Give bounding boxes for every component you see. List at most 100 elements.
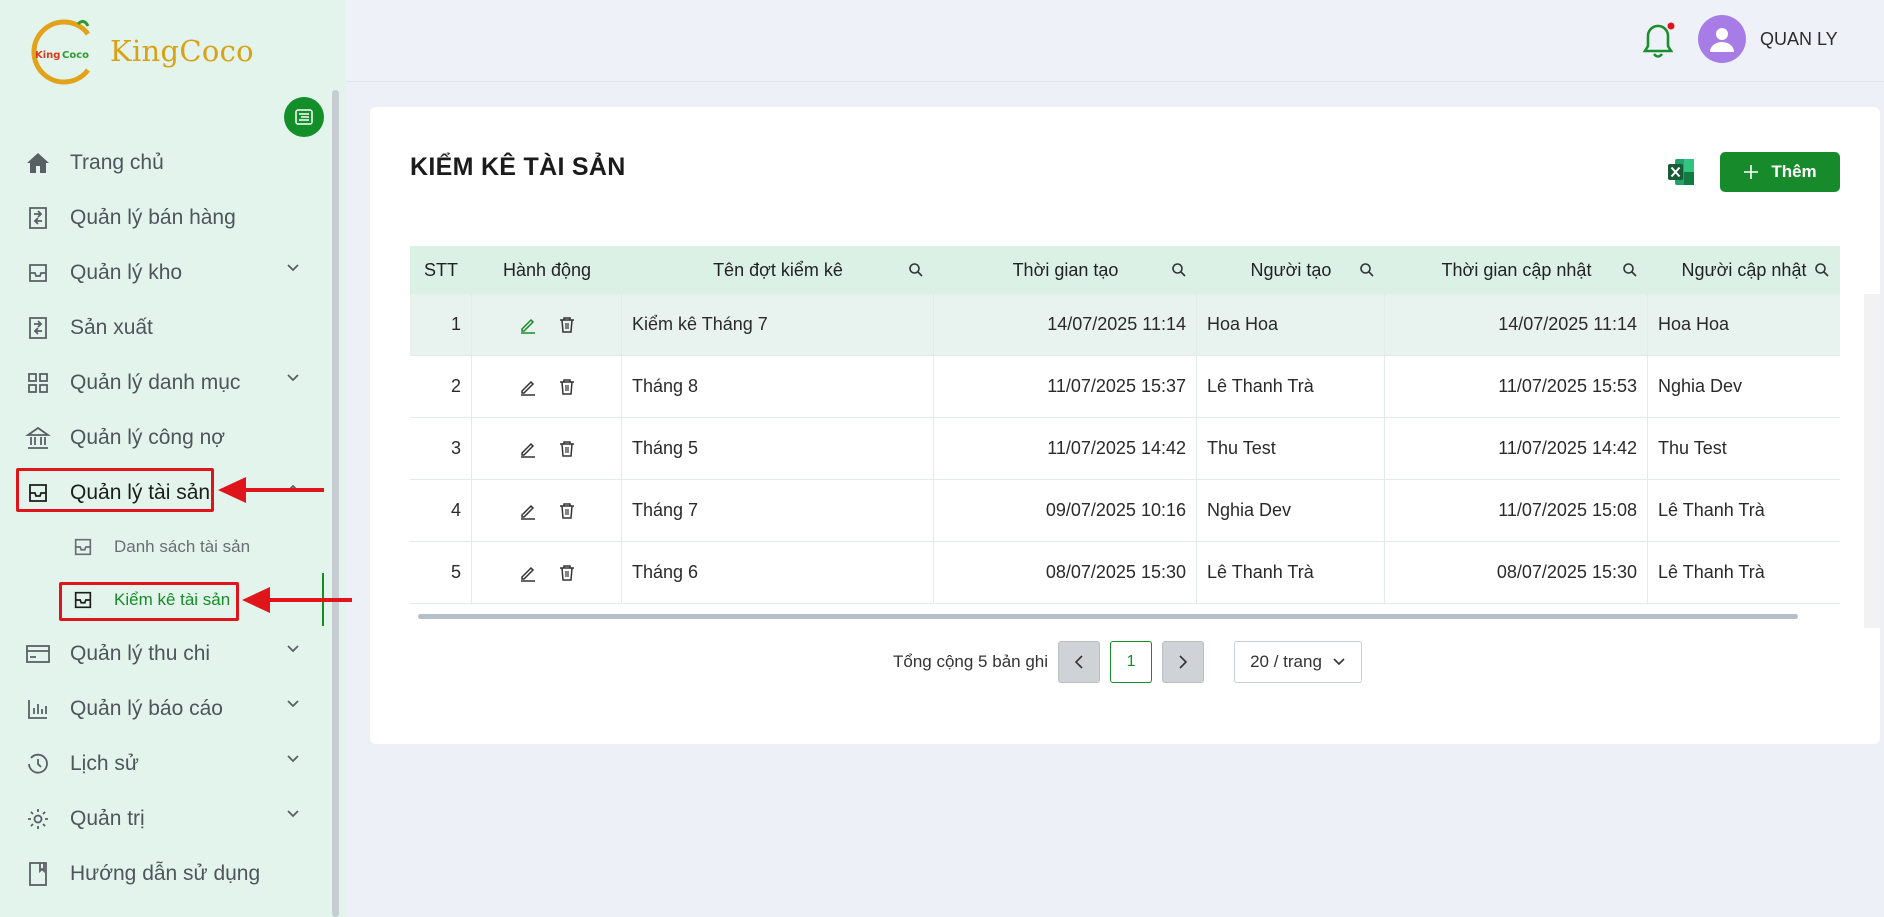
annotation-arrow-icon <box>242 587 352 613</box>
book-icon <box>24 860 52 888</box>
user-name[interactable]: QUAN LY <box>1760 29 1838 50</box>
sidebar-item-label: Lịch sử <box>70 751 139 775</box>
table-row[interactable]: 4 Tháng 7 09/07/2025 10:16 Nghia Dev 11/… <box>410 480 1840 542</box>
sidebar-item-reports[interactable]: Quản lý báo cáo <box>0 681 330 736</box>
sidebar-item-categories[interactable]: Quản lý danh mục <box>0 355 330 410</box>
sidebar-item-history[interactable]: Lịch sử <box>0 736 330 791</box>
column-header-actions: Hành động <box>502 259 592 280</box>
production-icon <box>24 314 52 342</box>
edit-icon[interactable] <box>519 502 537 520</box>
notification-button[interactable] <box>1642 22 1676 65</box>
search-icon[interactable] <box>1814 262 1830 278</box>
search-icon[interactable] <box>1171 262 1187 278</box>
next-page-button[interactable] <box>1162 641 1205 683</box>
sidebar-item-label: Hướng dẫn sử dụng <box>70 861 261 885</box>
total-records: Tổng cộng 5 bản ghi <box>893 652 1049 671</box>
sidebar-item-income-expense[interactable]: Quản lý thu chi <box>0 626 330 681</box>
cell-updater: Lê Thanh Trà <box>1658 562 1765 582</box>
sidebar-subitem-label: Danh sách tài sản <box>114 536 251 556</box>
prev-page-button[interactable] <box>1058 641 1101 683</box>
sidebar-item-warehouse[interactable]: Quản lý kho <box>0 245 330 300</box>
sidebar-scrollbar[interactable] <box>332 90 339 917</box>
column-header-created: Thời gian tạo <box>934 246 1197 294</box>
card-icon <box>24 640 52 668</box>
table-row[interactable]: 1 Kiểm kê Tháng 7 14/07/2025 11:14 Hoa H… <box>410 294 1840 356</box>
sidebar-item-label: Quản lý báo cáo <box>70 696 223 720</box>
sidebar-item-sales[interactable]: Quản lý bán hàng <box>0 190 330 245</box>
table-horizontal-scrollbar[interactable] <box>418 614 1798 619</box>
column-header-updater: Người cập nhật <box>1648 246 1840 294</box>
sidebar-item-label: Quản lý bán hàng <box>70 205 236 229</box>
column-header-creator: Người tạo <box>1197 246 1385 294</box>
edit-icon[interactable] <box>519 316 537 334</box>
sales-icon <box>24 204 52 232</box>
edit-icon[interactable] <box>519 440 537 458</box>
brand-name: KingCoco <box>110 34 254 68</box>
chevron-down-icon <box>287 810 299 818</box>
table-row[interactable]: 5 Tháng 6 08/07/2025 15:30 Lê Thanh Trà … <box>410 542 1840 604</box>
content-card: KIỂM KÊ TÀI SẢN Thêm STT Hành động Tên đ… <box>370 107 1880 744</box>
delete-icon[interactable] <box>559 316 575 334</box>
cell-updater: Thu Test <box>1658 438 1727 458</box>
cell-stt: 1 <box>410 294 472 355</box>
delete-icon[interactable] <box>559 378 575 396</box>
delete-icon[interactable] <box>559 502 575 520</box>
chevron-left-icon <box>1074 655 1083 669</box>
cell-created: 11/07/2025 14:42 <box>934 418 1197 479</box>
home-icon <box>24 149 52 177</box>
chevron-down-icon <box>1333 658 1345 666</box>
cell-name: Kiểm kê Tháng 7 <box>622 294 934 355</box>
cell-created: 14/07/2025 11:14 <box>934 294 1197 355</box>
page-size-select[interactable]: 20 / trang <box>1234 641 1363 683</box>
sidebar-item-home[interactable]: Trang chủ <box>0 135 330 190</box>
sidebar-item-admin[interactable]: Quản trị <box>0 791 330 846</box>
sidebar-subitem-asset-list[interactable]: Danh sách tài sản <box>0 520 330 573</box>
cell-actions <box>472 294 622 355</box>
avatar[interactable] <box>1698 15 1746 63</box>
sidebar-item-guide[interactable]: Hướng dẫn sử dụng <box>0 846 330 901</box>
export-excel-button[interactable] <box>1666 157 1696 192</box>
delete-icon[interactable] <box>559 564 575 582</box>
gear-icon <box>24 805 52 833</box>
sidebar-item-production[interactable]: Sản xuất <box>0 300 330 355</box>
cell-actions <box>472 356 622 417</box>
bank-icon <box>24 424 52 452</box>
table-vertical-scrollbar[interactable] <box>1864 294 1880 628</box>
cell-name: Tháng 8 <box>622 356 934 417</box>
cell-updater: Hoa Hoa <box>1658 314 1730 334</box>
sidebar-item-label: Quản lý công nợ <box>70 425 226 449</box>
collapse-sidebar-button[interactable] <box>284 97 324 137</box>
excel-icon <box>1668 159 1694 185</box>
edit-icon[interactable] <box>519 564 537 582</box>
search-icon[interactable] <box>1359 262 1375 278</box>
logo[interactable]: King Coco KingCoco <box>26 14 254 88</box>
page-title: KIỂM KÊ TÀI SẢN <box>410 153 626 181</box>
cell-creator: Thu Test <box>1197 418 1385 479</box>
cell-updated: 11/07/2025 15:53 <box>1385 356 1648 417</box>
table-row[interactable]: 3 Tháng 5 11/07/2025 14:42 Thu Test 11/0… <box>410 418 1840 480</box>
search-icon[interactable] <box>1622 262 1638 278</box>
cell-actions <box>472 542 622 603</box>
chevron-down-icon <box>287 374 299 382</box>
cell-updated: 11/07/2025 15:08 <box>1385 480 1648 541</box>
edit-icon[interactable] <box>519 378 537 396</box>
delete-icon[interactable] <box>559 440 575 458</box>
table-row[interactable]: 2 Tháng 8 11/07/2025 15:37 Lê Thanh Trà … <box>410 356 1840 418</box>
search-icon[interactable] <box>908 262 924 278</box>
table-header: STT Hành động Tên đợt kiểm kê Thời gian … <box>410 246 1840 294</box>
add-button[interactable]: Thêm <box>1720 152 1840 192</box>
sidebar-item-label: Sản xuất <box>70 315 153 339</box>
page-size-value: 20 / trang <box>1250 652 1322 671</box>
grid-icon <box>24 369 52 397</box>
sidebar-item-label: Quản lý danh mục <box>70 370 241 394</box>
bar-chart-icon <box>24 695 52 723</box>
inbox-icon <box>24 259 52 287</box>
cell-updated: 14/07/2025 11:14 <box>1385 294 1648 355</box>
cell-creator: Lê Thanh Trà <box>1197 356 1385 417</box>
svg-text:Coco: Coco <box>62 50 89 61</box>
current-page-button[interactable]: 1 <box>1110 641 1153 683</box>
chevron-right-icon <box>1179 655 1188 669</box>
cell-created: 08/07/2025 15:30 <box>934 542 1197 603</box>
cell-updated: 11/07/2025 14:42 <box>1385 418 1648 479</box>
sidebar-item-debts[interactable]: Quản lý công nợ <box>0 410 330 465</box>
